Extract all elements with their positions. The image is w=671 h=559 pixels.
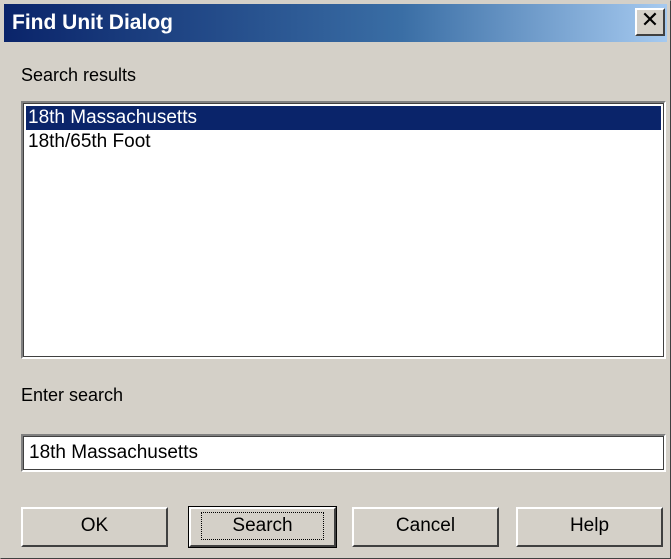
find-unit-dialog: Find Unit Dialog ✕ Search results 18th M… [0,0,671,559]
help-button-label: Help [569,515,610,536]
search-results-label: Search results [21,65,137,85]
cancel-button-label: Cancel [395,515,456,536]
close-button[interactable]: ✕ [635,8,665,36]
search-input[interactable]: 18th Massachusetts [21,434,666,472]
help-button[interactable]: Help [516,507,663,547]
search-results-list[interactable]: 18th Massachusetts 18th/65th Foot [21,101,666,359]
search-button-label: Search [201,512,324,540]
title-bar[interactable]: Find Unit Dialog ✕ [4,4,667,42]
enter-search-label: Enter search [21,385,124,405]
ok-button-label: OK [80,515,109,536]
window-title: Find Unit Dialog [12,11,173,34]
list-item[interactable]: 18th Massachusetts [26,106,661,130]
search-button[interactable]: Search [188,506,337,548]
ok-button[interactable]: OK [21,507,168,547]
close-icon: ✕ [640,8,660,33]
cancel-button[interactable]: Cancel [352,507,499,547]
list-item[interactable]: 18th/65th Foot [26,130,661,154]
